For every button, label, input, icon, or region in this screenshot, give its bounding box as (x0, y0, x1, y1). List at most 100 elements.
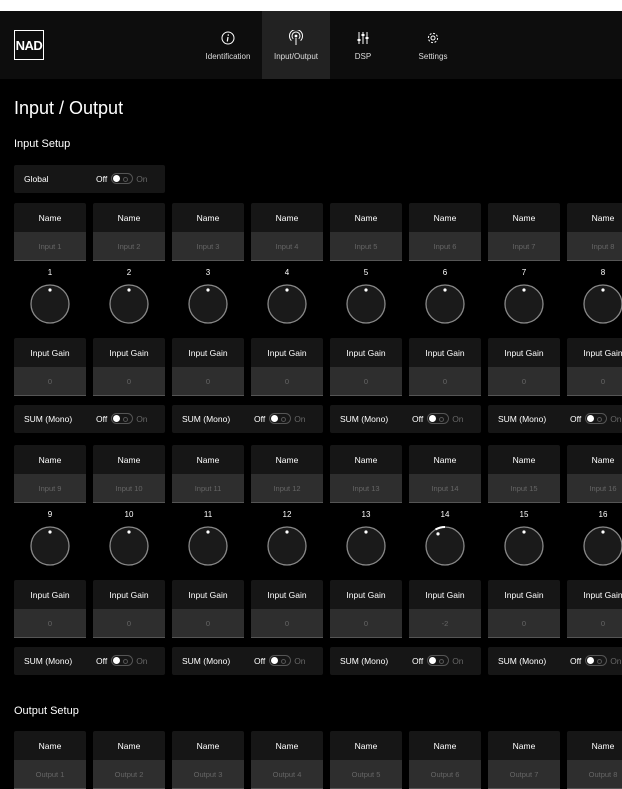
channel-name-panel: Name Input 12 (251, 445, 323, 503)
input-gain-field[interactable]: 0 (488, 367, 560, 396)
output-name-input[interactable]: Output 5 (330, 760, 402, 789)
output-name-input[interactable]: Output 8 (567, 760, 622, 789)
output-name-input[interactable]: Output 1 (14, 760, 86, 789)
sum-mono-toggle[interactable]: Off On (570, 655, 622, 666)
toggle-switch[interactable] (269, 413, 292, 424)
info-icon (221, 29, 235, 47)
channel-name-input[interactable]: Input 7 (488, 232, 560, 261)
window-top-band (0, 0, 622, 11)
input-gain-label: Input Gain (188, 590, 228, 600)
input-gain-knob[interactable] (581, 282, 622, 326)
sum-mono-toggle[interactable]: Off On (96, 655, 148, 666)
sum-mono-toggle[interactable]: Off On (254, 413, 306, 424)
tab-dsp[interactable]: DSP (338, 11, 388, 79)
toggle-off-label: Off (570, 655, 582, 666)
tab-input-output[interactable]: Input/Output (262, 11, 330, 79)
input-gain-field[interactable]: 0 (567, 609, 622, 638)
channel-name-input[interactable]: Input 4 (251, 232, 323, 261)
output-name-input[interactable]: Output 6 (409, 760, 481, 789)
input-gain-label: Input Gain (109, 590, 149, 600)
input-gain-knob[interactable] (28, 282, 72, 326)
input-gain-field[interactable]: 0 (14, 609, 86, 638)
input-gain-knob[interactable] (186, 524, 230, 568)
toggle-switch[interactable] (269, 655, 292, 666)
input-gain-knob[interactable] (502, 524, 546, 568)
channel-name-input[interactable]: Input 12 (251, 474, 323, 503)
output-name-input[interactable]: Output 2 (93, 760, 165, 789)
channel-name-input[interactable]: Input 14 (409, 474, 481, 503)
name-label: Name (433, 741, 457, 751)
toggle-switch[interactable] (111, 655, 134, 666)
toggle-switch[interactable] (427, 655, 450, 666)
global-toggle[interactable]: Off On (96, 173, 148, 184)
input-gain-knob[interactable] (344, 282, 388, 326)
input-gain-knob[interactable] (186, 282, 230, 326)
toggle-switch[interactable] (427, 413, 450, 424)
input-gain-field[interactable]: 0 (172, 367, 244, 396)
sum-mono-toggle[interactable]: Off On (412, 413, 464, 424)
output-name-input[interactable]: Output 4 (251, 760, 323, 789)
tab-identification[interactable]: Identification (196, 11, 260, 79)
input-gain-knob[interactable] (502, 282, 546, 326)
channel-number: 10 (124, 510, 134, 519)
channel-number: 11 (203, 510, 213, 519)
sum-mono-toggle[interactable]: Off On (570, 413, 622, 424)
input-gain-field[interactable]: 0 (172, 609, 244, 638)
input-gain-knob[interactable] (265, 282, 309, 326)
input-gain-field[interactable]: 0 (251, 609, 323, 638)
channel-name-input[interactable]: Input 1 (14, 232, 86, 261)
input-gain-label: Input Gain (267, 348, 307, 358)
input-gain-knob[interactable] (265, 524, 309, 568)
input-gain-panel: Input Gain 0 (14, 338, 86, 396)
input-gain-field[interactable]: -2 (409, 609, 481, 638)
sum-mono-toggle[interactable]: Off On (412, 655, 464, 666)
input-gain-knob[interactable] (581, 524, 622, 568)
input-gain-field[interactable]: 0 (251, 367, 323, 396)
tab-settings[interactable]: Settings (410, 11, 456, 79)
toggle-switch[interactable] (111, 413, 134, 424)
output-name-input[interactable]: Output 7 (488, 760, 560, 789)
channel-name-input[interactable]: Input 8 (567, 232, 622, 261)
toggle-switch[interactable] (585, 655, 608, 666)
channel-name-input[interactable]: Input 16 (567, 474, 622, 503)
input-gain-knob[interactable] (423, 524, 467, 568)
channel-name-input[interactable]: Input 15 (488, 474, 560, 503)
name-label: Name (512, 741, 536, 751)
toggle-switch[interactable] (585, 413, 608, 424)
toggle-switch[interactable] (111, 173, 134, 184)
channel-name-input[interactable]: Input 13 (330, 474, 402, 503)
name-label: Name (512, 213, 536, 223)
input-gain-label: Input Gain (425, 348, 465, 358)
channel-name-input[interactable]: Input 9 (14, 474, 86, 503)
global-toggle-row: Global Off On (14, 165, 165, 193)
channel-name-input[interactable]: Input 2 (93, 232, 165, 261)
sum-mono-label: SUM (Mono) (24, 414, 73, 424)
channel-name-input[interactable]: Input 5 (330, 232, 402, 261)
output-name-input[interactable]: Output 3 (172, 760, 244, 789)
channel-name-input[interactable]: Input 3 (172, 232, 244, 261)
input-gain-field[interactable]: 0 (14, 367, 86, 396)
input-gain-field[interactable]: 0 (330, 367, 402, 396)
input-gain-field[interactable]: 0 (93, 609, 165, 638)
input-gain-field[interactable]: 0 (93, 367, 165, 396)
toggle-off-label: Off (570, 413, 582, 424)
sum-mono-toggle[interactable]: Off On (96, 413, 148, 424)
sliders-icon (356, 29, 370, 47)
input-gain-field[interactable]: 0 (409, 367, 481, 396)
toggle-on-label: On (136, 413, 148, 424)
sum-mono-label: SUM (Mono) (24, 656, 73, 666)
input-gain-knob[interactable] (28, 524, 72, 568)
input-gain-field[interactable]: 0 (488, 609, 560, 638)
input-gain-knob[interactable] (107, 524, 151, 568)
input-gain-field[interactable]: 0 (567, 367, 622, 396)
nad-logo: NAD (14, 30, 44, 60)
channel-name-input[interactable]: Input 10 (93, 474, 165, 503)
input-gain-field[interactable]: 0 (330, 609, 402, 638)
input-gain-knob[interactable] (423, 282, 467, 326)
input-gain-knob[interactable] (107, 282, 151, 326)
input-gain-knob[interactable] (344, 524, 388, 568)
output-name-panel: Name Output 5 (330, 731, 402, 789)
channel-name-input[interactable]: Input 11 (172, 474, 244, 503)
channel-name-input[interactable]: Input 6 (409, 232, 481, 261)
sum-mono-toggle[interactable]: Off On (254, 655, 306, 666)
